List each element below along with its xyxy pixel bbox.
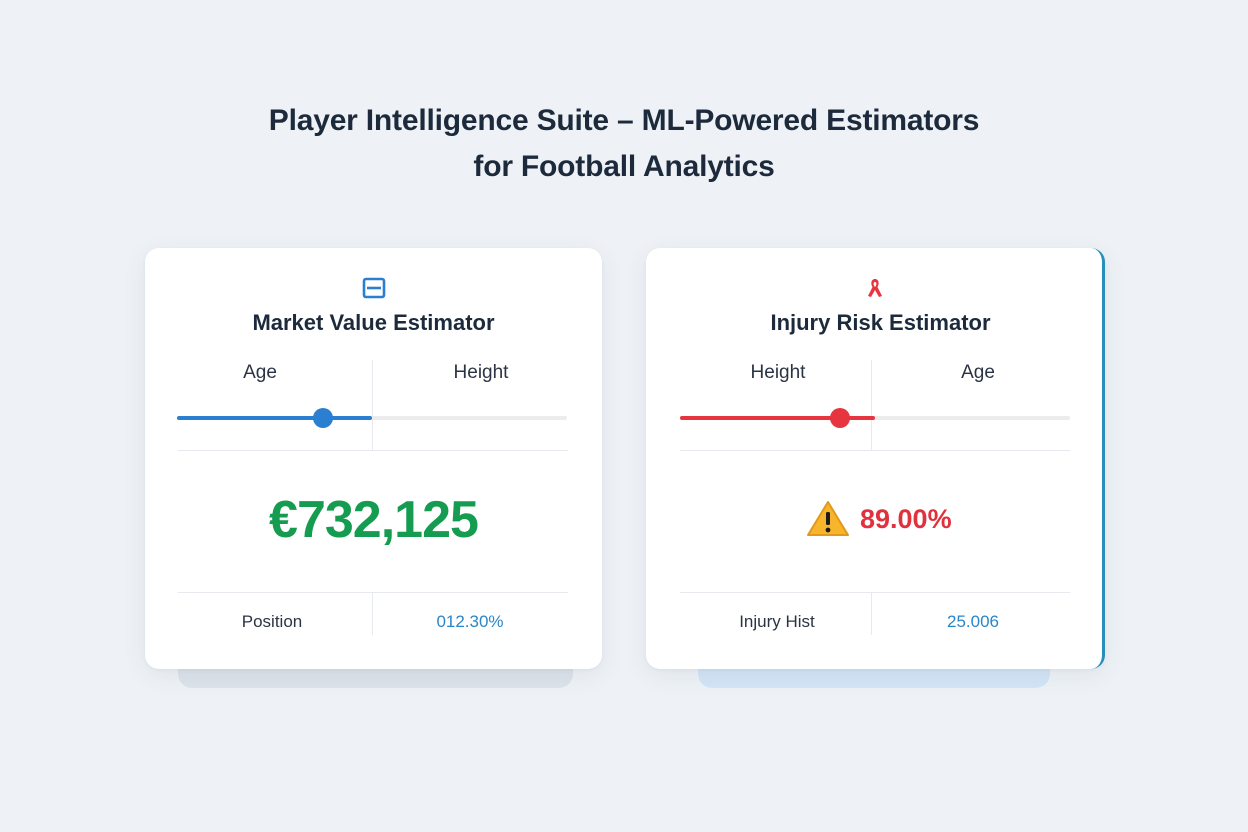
injury-risk-title: Injury Risk Estimator — [770, 310, 991, 335]
column-divider — [372, 360, 373, 450]
height-label: Height — [750, 362, 806, 383]
ribbon-icon — [868, 279, 882, 297]
slider-fill — [177, 416, 372, 420]
age-label: Age — [961, 362, 995, 383]
market-value-title: Market Value Estimator — [252, 310, 495, 335]
injury-risk-value: 89.00% — [860, 503, 952, 534]
injury-history-label: Injury Hist — [739, 612, 815, 631]
divider — [680, 592, 1070, 593]
age-label: Age — [243, 362, 277, 383]
injury-history-value: 25.006 — [947, 612, 999, 631]
injury-risk-output: 89.00% — [806, 500, 952, 538]
page-title: Player Intelligence Suite – ML-Powered E… — [0, 98, 1248, 190]
column-divider — [871, 360, 872, 450]
page-title-line-2: for Football Analytics — [473, 150, 775, 183]
market-value-output: €732,125 — [269, 491, 479, 549]
position-label: Position — [241, 612, 303, 631]
page-title-line-1: Player Intelligence Suite – ML-Powered E… — [268, 104, 980, 137]
height-label: Height — [453, 362, 509, 383]
slider-thumb[interactable] — [829, 408, 850, 428]
divider — [178, 592, 568, 593]
warning-icon — [807, 501, 849, 536]
market-value-slider[interactable] — [177, 408, 567, 428]
divider — [178, 450, 568, 451]
divider — [680, 450, 1070, 451]
position-value: 012.30% — [436, 612, 504, 631]
injury-risk-slider[interactable] — [680, 408, 1070, 428]
card-icon — [362, 277, 386, 299]
